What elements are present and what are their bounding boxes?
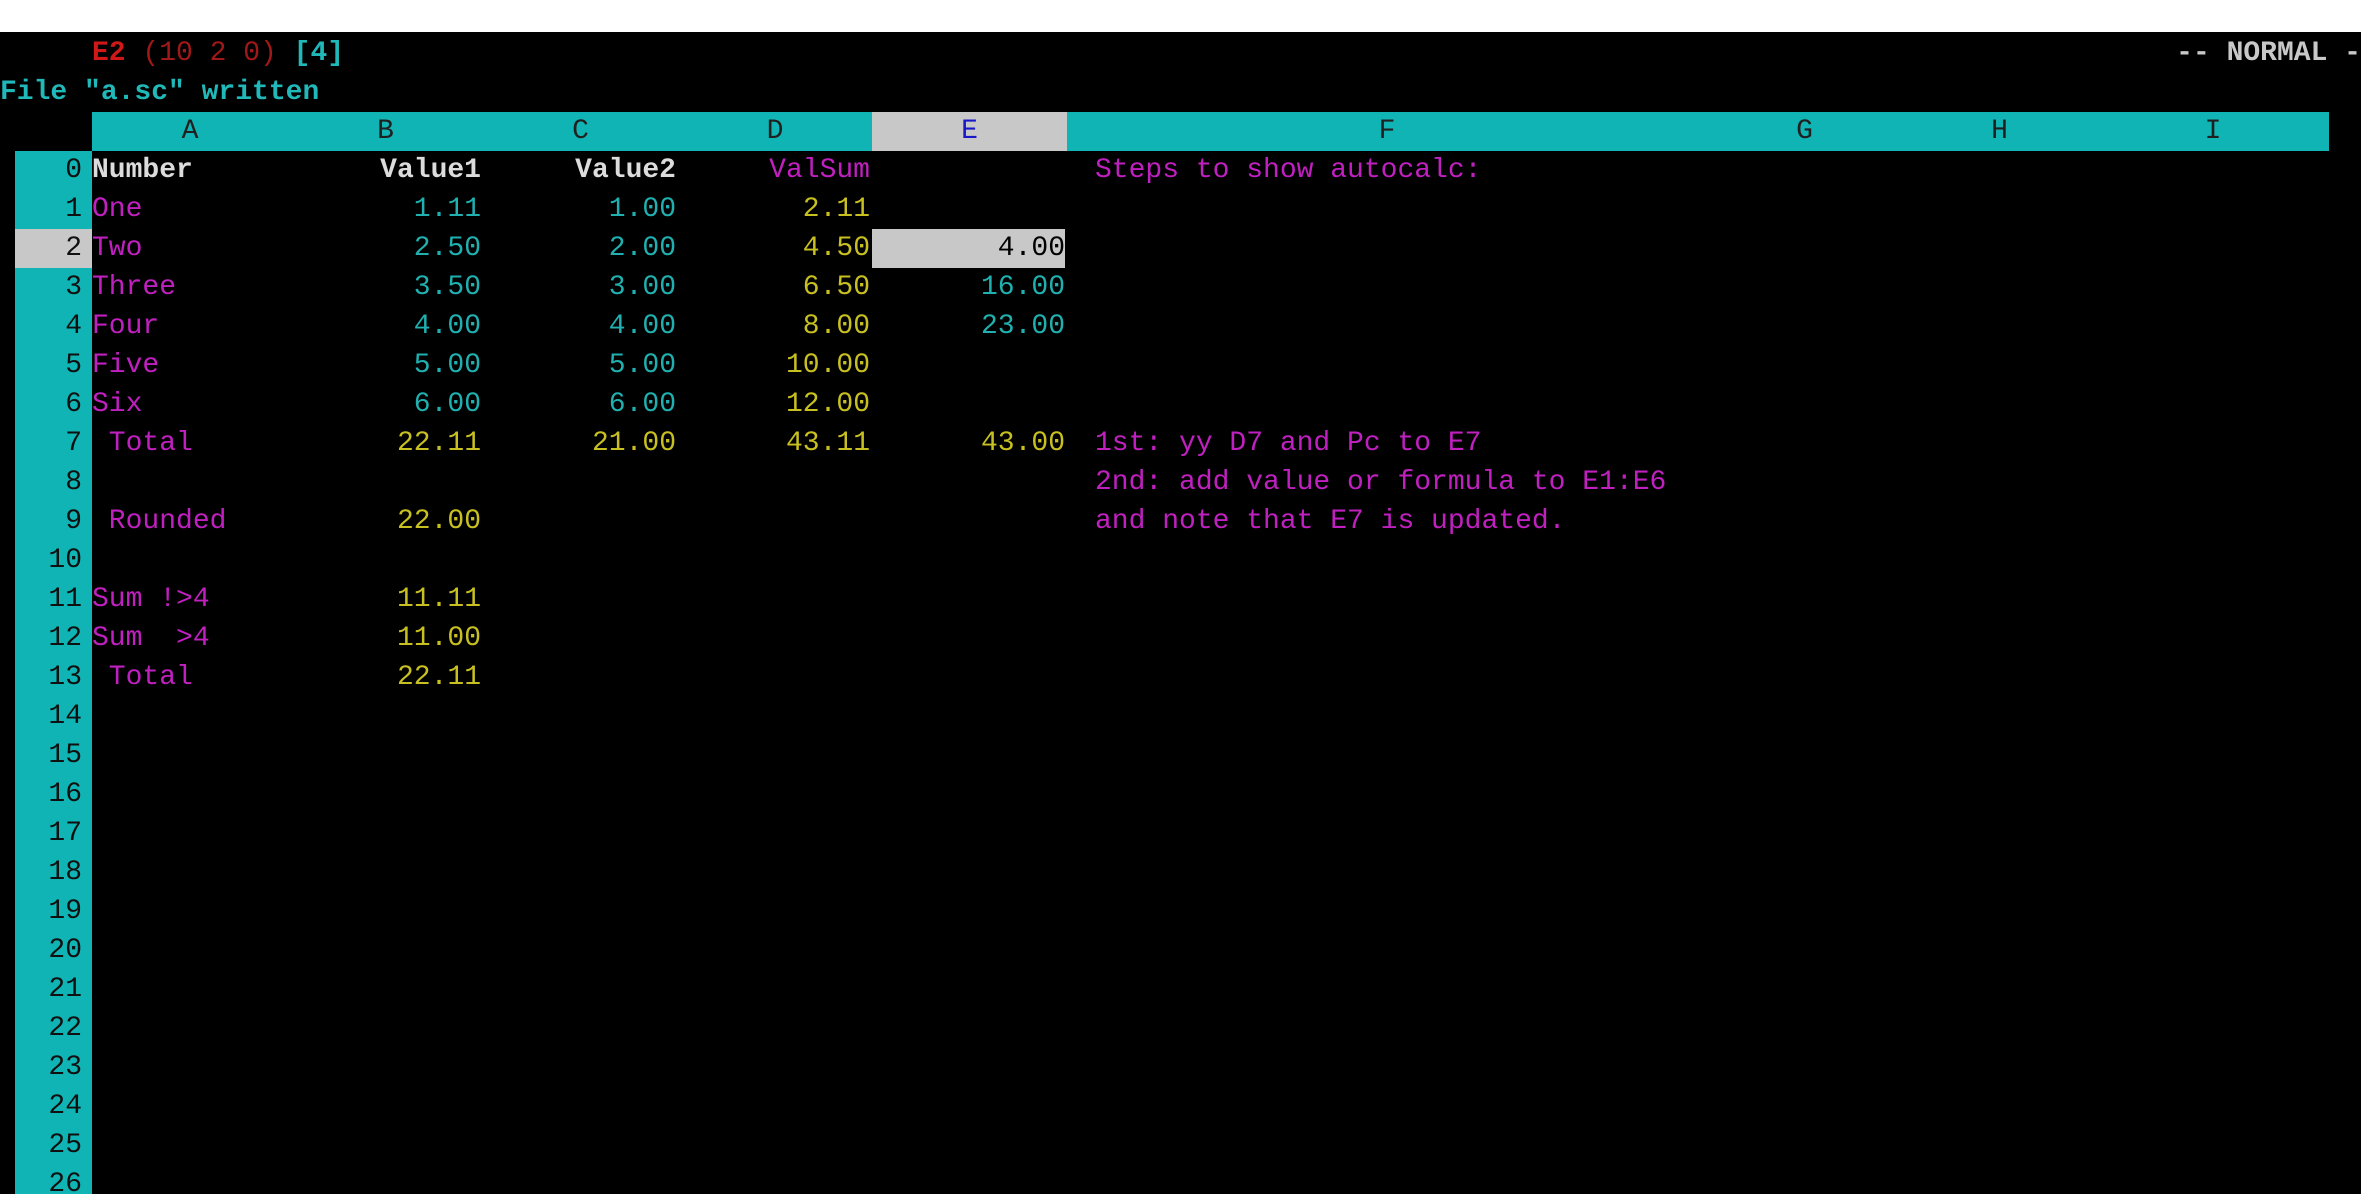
cell-c1[interactable]: 1.00	[483, 190, 676, 229]
column-header-g[interactable]: G	[1707, 112, 1902, 151]
cell-coordinates: (10 2 0)	[142, 38, 277, 69]
cell-c7[interactable]: 21.00	[483, 424, 676, 463]
row-header-bar: 0 1 2 3 4 5 6 7 8 9 10 11 12 13 14 15 16 17 18 19 20 21 22 23 24…	[15, 151, 92, 1194]
cell-a13[interactable]: Total	[92, 658, 193, 697]
current-cell-ref: E2	[92, 38, 126, 69]
row-header-16[interactable]: 16	[15, 775, 92, 814]
cell-b4[interactable]: 4.00	[288, 307, 481, 346]
cell-d0[interactable]: ValSum	[678, 151, 870, 190]
cell-f8[interactable]: 2nd: add value or formula to E1:E6	[1095, 463, 1666, 502]
column-header-f[interactable]: F	[1067, 112, 1707, 151]
cell-a3[interactable]: Three	[92, 268, 176, 307]
cell-f0[interactable]: Steps to show autocalc:	[1095, 151, 1481, 190]
row-header-21[interactable]: 21	[15, 970, 92, 1009]
row-header-12[interactable]: 12	[15, 619, 92, 658]
cell-d6[interactable]: 12.00	[678, 385, 870, 424]
cell-a5[interactable]: Five	[92, 346, 159, 385]
row-header-24[interactable]: 24	[15, 1087, 92, 1126]
cell-f9[interactable]: and note that E7 is updated.	[1095, 502, 1565, 541]
cell-a2[interactable]: Two	[92, 229, 142, 268]
cell-d1[interactable]: 2.11	[678, 190, 870, 229]
cell-a9[interactable]: Rounded	[92, 502, 227, 541]
cell-b0[interactable]: Value1	[288, 151, 481, 190]
cell-d2[interactable]: 4.50	[678, 229, 870, 268]
cell-b3[interactable]: 3.50	[288, 268, 481, 307]
cell-a4[interactable]: Four	[92, 307, 159, 346]
cell-a12[interactable]: Sum >4	[92, 619, 210, 658]
row-header-8[interactable]: 8	[15, 463, 92, 502]
cell-e2[interactable]: 4.00	[872, 229, 1065, 268]
column-header-i[interactable]: I	[2097, 112, 2329, 151]
row-header-19[interactable]: 19	[15, 892, 92, 931]
cell-c3[interactable]: 3.00	[483, 268, 676, 307]
row-header-3[interactable]: 3	[15, 268, 92, 307]
cell-c4[interactable]: 4.00	[483, 307, 676, 346]
message-line: File "a.sc" written	[0, 77, 320, 108]
row-header-25[interactable]: 25	[15, 1126, 92, 1165]
row-header-17[interactable]: 17	[15, 814, 92, 853]
column-header-d[interactable]: D	[678, 112, 872, 151]
status-line: E2 (10 2 0) [4]	[92, 34, 344, 73]
cell-a6[interactable]: Six	[92, 385, 142, 424]
cell-a1[interactable]: One	[92, 190, 142, 229]
row-header-10[interactable]: 10	[15, 541, 92, 580]
cell-b7[interactable]: 22.11	[288, 424, 481, 463]
cell-a0[interactable]: Number	[92, 151, 193, 190]
column-header-e[interactable]: E	[872, 112, 1067, 151]
row-header-20[interactable]: 20	[15, 931, 92, 970]
cell-d3[interactable]: 6.50	[678, 268, 870, 307]
cell-b2[interactable]: 2.50	[288, 229, 481, 268]
cell-e4[interactable]: 23.00	[872, 307, 1065, 346]
row-header-5[interactable]: 5	[15, 346, 92, 385]
cell-b6[interactable]: 6.00	[288, 385, 481, 424]
cell-c0[interactable]: Value2	[483, 151, 676, 190]
cell-e7[interactable]: 43.00	[872, 424, 1065, 463]
mode-indicator: -- NORMAL -	[2176, 38, 2361, 69]
column-header-h[interactable]: H	[1902, 112, 2097, 151]
cell-c2[interactable]: 2.00	[483, 229, 676, 268]
column-header-c[interactable]: C	[483, 112, 678, 151]
row-header-11[interactable]: 11	[15, 580, 92, 619]
cell-f7[interactable]: 1st: yy D7 and Pc to E7	[1095, 424, 1481, 463]
cell-b5[interactable]: 5.00	[288, 346, 481, 385]
cell-e3[interactable]: 16.00	[872, 268, 1065, 307]
row-header-23[interactable]: 23	[15, 1048, 92, 1087]
row-header-26[interactable]: 26	[15, 1165, 92, 1194]
row-header-7[interactable]: 7	[15, 424, 92, 463]
cell-c6[interactable]: 6.00	[483, 385, 676, 424]
row-header-2[interactable]: 2	[15, 229, 92, 268]
column-header-bar: ABCDEFGHI	[92, 112, 2329, 151]
cell-b13[interactable]: 22.11	[288, 658, 481, 697]
terminal-window[interactable]: E2 (10 2 0) [4] -- NORMAL - File "a.sc" …	[0, 32, 2361, 1194]
cell-d4[interactable]: 8.00	[678, 307, 870, 346]
row-header-4[interactable]: 4	[15, 307, 92, 346]
cell-a11[interactable]: Sum !>4	[92, 580, 210, 619]
cell-b12[interactable]: 11.00	[288, 619, 481, 658]
row-header-18[interactable]: 18	[15, 853, 92, 892]
column-header-a[interactable]: A	[92, 112, 288, 151]
row-header-0[interactable]: 0	[15, 151, 92, 190]
row-header-22[interactable]: 22	[15, 1009, 92, 1048]
row-header-13[interactable]: 13	[15, 658, 92, 697]
cell-d7[interactable]: 43.11	[678, 424, 870, 463]
cell-b9[interactable]: 22.00	[288, 502, 481, 541]
cell-d5[interactable]: 10.00	[678, 346, 870, 385]
cell-b1[interactable]: 1.11	[288, 190, 481, 229]
row-header-9[interactable]: 9	[15, 502, 92, 541]
column-header-b[interactable]: B	[288, 112, 483, 151]
cell-count: [4]	[293, 38, 345, 69]
cell-a7[interactable]: Total	[92, 424, 193, 463]
cell-c5[interactable]: 5.00	[483, 346, 676, 385]
row-header-14[interactable]: 14	[15, 697, 92, 736]
row-header-6[interactable]: 6	[15, 385, 92, 424]
row-header-15[interactable]: 15	[15, 736, 92, 775]
cell-b11[interactable]: 11.11	[288, 580, 481, 619]
row-header-1[interactable]: 1	[15, 190, 92, 229]
